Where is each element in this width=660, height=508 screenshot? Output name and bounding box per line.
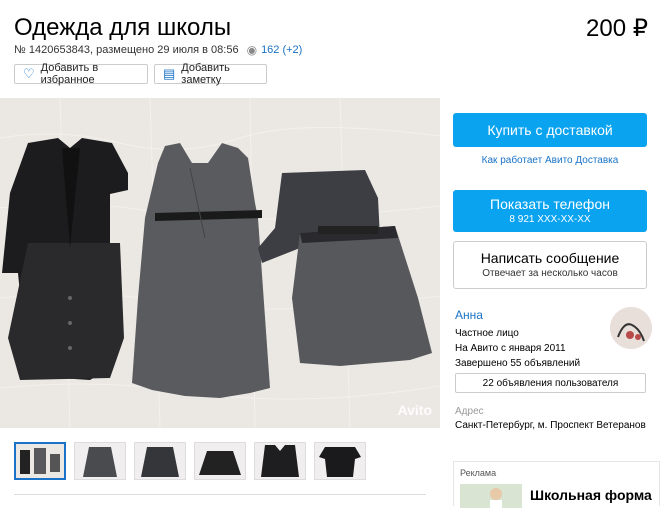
ad-label: Реклама [460, 468, 497, 478]
thumbnail[interactable] [194, 442, 246, 480]
clothes-photo [0, 98, 440, 428]
seller-name[interactable]: Анна [455, 308, 580, 323]
seller-info: Анна Частное лицо На Авито с января 2011… [455, 308, 580, 371]
note-icon: ▤ [163, 66, 176, 81]
delivery-info-link[interactable]: Как работает Авито Доставка [453, 155, 647, 166]
buy-with-delivery-button[interactable]: Купить с доставкой [453, 113, 647, 147]
add-favorite-button[interactable]: ♡ Добавить в избранное [14, 62, 148, 86]
listing-id-date: № 1420653843, размещено 29 июля в 08:56 [14, 44, 239, 56]
main-photo[interactable]: Avito [0, 98, 440, 428]
thumbnail-image [315, 443, 365, 479]
show-phone-label: Показать телефон [490, 196, 610, 212]
ad-image[interactable] [460, 484, 522, 508]
listing-title: Одежда для школы [14, 14, 232, 41]
seller-since: На Авито с января 2011 [455, 343, 566, 354]
avito-watermark: Avito [397, 402, 432, 418]
views-count: 162 (+2) [261, 44, 303, 56]
thumbnail[interactable] [254, 442, 306, 480]
ad-photo [460, 484, 522, 508]
thumbnail-strip [14, 442, 374, 480]
address: Санкт-Петербург, м. Проспект Ветеранов [455, 420, 646, 431]
thumbnail-image [16, 444, 64, 478]
thumbnail-image [195, 443, 245, 479]
thumbnail[interactable] [14, 442, 66, 480]
heart-icon: ♡ [23, 66, 35, 81]
avatar[interactable] [610, 307, 652, 349]
listing-meta: № 1420653843, размещено 29 июля в 08:56 … [14, 43, 302, 57]
thumbnail-image [75, 443, 125, 479]
thumbnail[interactable] [314, 442, 366, 480]
response-time: Отвечает за несколько часов [482, 268, 618, 279]
thumbnail-image [255, 443, 305, 479]
show-phone-button[interactable]: Показать телефон 8 921 XXX-XX-XX [453, 190, 647, 232]
thumbnail-image [135, 443, 185, 479]
add-favorite-label: Добавить в избранное [40, 62, 99, 86]
write-message-label: Написать сообщение [480, 250, 620, 266]
thumbnail[interactable] [134, 442, 186, 480]
write-message-button[interactable]: Написать сообщение Отвечает за несколько… [453, 241, 647, 289]
add-note-button[interactable]: ▤ Добавить заметку [154, 62, 267, 86]
seller-completed: Завершено 55 объявлений [455, 358, 581, 369]
thumbnail[interactable] [74, 442, 126, 480]
eye-icon: ◉ [246, 43, 258, 57]
ad-title[interactable]: Школьная форма [530, 487, 652, 503]
avatar-image [610, 307, 652, 349]
seller-type: Частное лицо [455, 328, 519, 339]
content-divider [14, 494, 426, 495]
user-listings-button[interactable]: 22 объявления пользователя [455, 373, 646, 393]
address-label: Адрес [455, 406, 484, 417]
views-counter[interactable]: ◉ 162 (+2) [247, 43, 303, 57]
phone-number: 8 921 XXX-XX-XX [509, 214, 591, 225]
listing-price: 200 ₽ [586, 15, 648, 42]
add-note-label: Добавить заметку [181, 62, 230, 86]
